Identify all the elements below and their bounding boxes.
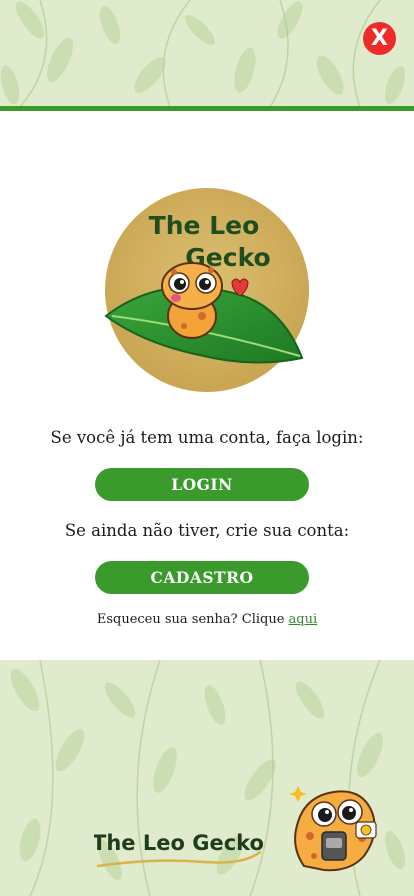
forgot-password-line: Esqueceu sua senha? Clique aqui <box>0 612 414 627</box>
app-logo: The Leo Gecko <box>104 188 309 392</box>
header-divider <box>0 106 414 111</box>
footer-brand-text: The Leo Gecko <box>94 831 264 855</box>
signup-prompt: Se ainda não tiver, crie sua conta: <box>64 521 350 540</box>
signup-button[interactable]: CADASTRO <box>95 561 309 594</box>
forgot-password-text: Esqueceu sua senha? Clique <box>96 612 289 627</box>
close-button[interactable]: X <box>363 22 396 55</box>
gecko-phone-icon <box>289 786 377 872</box>
leaf-pattern-top <box>0 0 406 107</box>
top-leaf-banner <box>0 0 414 107</box>
logo-title-line1: The Leo <box>149 211 260 240</box>
footer-brand-logo: The Leo Gecko <box>94 831 264 868</box>
forgot-password-link[interactable]: aqui <box>289 612 318 627</box>
close-icon: X <box>371 25 388 51</box>
login-prompt: Se você já tem uma conta, faça login: <box>50 428 364 447</box>
login-button[interactable]: LOGIN <box>95 468 309 501</box>
